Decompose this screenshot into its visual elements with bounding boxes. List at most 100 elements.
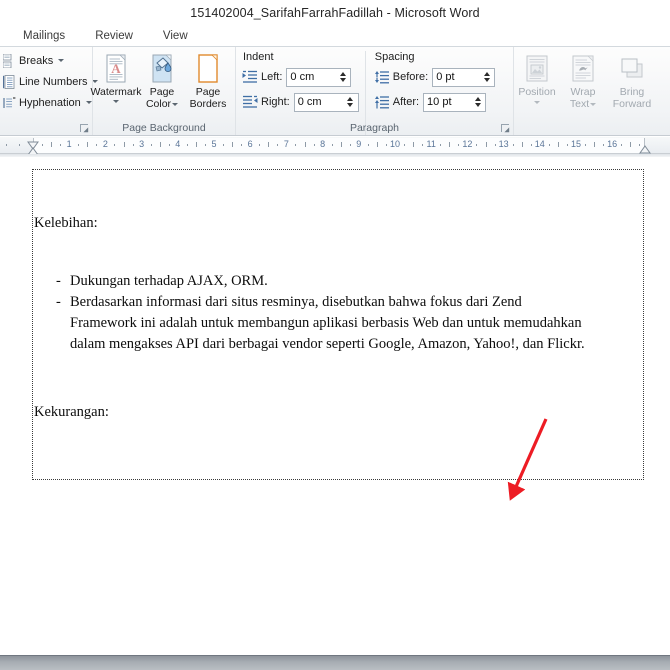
spin-down-icon[interactable]: [339, 78, 346, 82]
indent-right-stepper[interactable]: 0 cm: [293, 92, 359, 112]
chevron-down-icon[interactable]: [113, 99, 119, 103]
chevron-down-icon[interactable]: [590, 102, 597, 106]
page-color-label-line1: Page: [149, 86, 175, 98]
ruler-tick: [594, 142, 596, 147]
page-color-label-line2: Color: [145, 97, 172, 110]
hyphenation-button[interactable]: Hyphenation: [2, 92, 92, 113]
list-item-continuation-2: dalam mengakses API dari berbagai vendor…: [70, 336, 585, 352]
ruler-tick: [204, 144, 206, 146]
indent-left-stepper[interactable]: 0 cm: [286, 67, 352, 87]
ruler-tick-label: 12: [462, 139, 473, 149]
doc-heading-kekurangan: Kekurangan:: [34, 404, 109, 420]
spacing-after-value[interactable]: 10 pt: [424, 93, 473, 111]
spin-up-icon[interactable]: [474, 97, 481, 101]
breaks-button[interactable]: Breaks: [2, 50, 92, 71]
ruler-tick: [132, 144, 134, 146]
ruler-tick: [476, 144, 478, 146]
tab-review[interactable]: Review: [86, 28, 142, 44]
horizontal-ruler[interactable]: 1 2 3 4 5 6 7 8 9 10 11 12 13 14 15 16: [0, 137, 670, 156]
spacing-after-row: After: 10 pt: [374, 91, 495, 113]
bullet-dash: -: [56, 294, 61, 310]
spacing-before-spin-buttons[interactable]: [481, 69, 494, 86]
ribbon-group-page-setup: Breaks Line Numbers Hyphenation: [0, 47, 99, 135]
line-numbers-button[interactable]: Line Numbers: [2, 71, 99, 92]
page-borders-icon: [192, 53, 224, 85]
ruler-tick: [494, 144, 496, 146]
ruler-tick: [376, 142, 378, 147]
spin-up-icon[interactable]: [339, 72, 346, 76]
ruler-tick: [313, 144, 315, 146]
ruler-tick: [566, 144, 568, 146]
ruler-tick: [268, 142, 270, 147]
spacing-title: Spacing: [374, 51, 415, 63]
ruler-tick-label: 14: [534, 139, 545, 149]
ruler-tick: [458, 144, 460, 146]
position-icon: [521, 53, 553, 85]
ruler-tick-label: 6: [247, 139, 253, 149]
position-label: Position: [518, 86, 556, 98]
ruler-tick: [630, 142, 632, 147]
spacing-after-label: After:: [392, 96, 420, 108]
indent-left-label: Left:: [261, 71, 283, 83]
window-title: 151402004_SarifahFarrahFadillah - Micros…: [190, 6, 480, 20]
position-button[interactable]: Position: [514, 51, 560, 135]
chevron-down-icon[interactable]: [58, 59, 65, 62]
bottom-scroll-bar[interactable]: [0, 655, 670, 670]
ruler-tick: [123, 142, 125, 147]
indent-left-spin-buttons[interactable]: [337, 69, 350, 86]
spacing-after-spin-buttons[interactable]: [472, 94, 485, 111]
ruler-tick: [621, 144, 623, 146]
ruler-tick: [340, 142, 342, 147]
ruler-tick: [331, 144, 333, 146]
ruler-tick: [367, 144, 369, 146]
chevron-down-icon[interactable]: [534, 100, 540, 104]
spacing-after-stepper[interactable]: 10 pt: [423, 92, 487, 112]
tab-view[interactable]: View: [154, 28, 197, 44]
list-item-text: Dukungan terhadap AJAX, ORM.: [70, 273, 268, 289]
ruler-tick-label: 9: [356, 139, 362, 149]
spacing-before-value[interactable]: 0 pt: [433, 68, 482, 86]
breaks-label: Breaks: [19, 54, 54, 67]
document-page[interactable]: Kelebihan: - Dukungan terhadap AJAX, ORM…: [0, 157, 670, 655]
ruler-tick: [349, 144, 351, 146]
spin-up-icon[interactable]: [483, 72, 490, 76]
indent-right-spin-buttons[interactable]: [345, 94, 358, 111]
chevron-down-icon[interactable]: [85, 101, 92, 104]
indent-right-row: Right: 0 cm: [242, 91, 359, 113]
wrap-text-label-line1: Wrap: [570, 86, 596, 98]
page-setup-dialog-launcher[interactable]: [80, 124, 89, 133]
list-item-continuation-1: Framework ini adalah untuk membangun apl…: [70, 315, 582, 331]
ruler-tick: [51, 142, 53, 147]
page-borders-label-line2: Borders: [189, 97, 227, 110]
wrap-text-icon: [567, 53, 599, 85]
wrap-text-button[interactable]: Wrap Text: [560, 51, 606, 135]
ruler-tick: [548, 144, 550, 146]
spin-up-icon[interactable]: [347, 97, 354, 101]
doc-bullet-list: - Dukungan terhadap AJAX, ORM. - Berdasa…: [32, 271, 644, 355]
page-breaks-icon: [2, 53, 16, 68]
indent-right-value[interactable]: 0 cm: [294, 93, 345, 111]
paragraph-dialog-launcher[interactable]: [501, 124, 510, 133]
list-item: - Berdasarkan informasi dari situs resmi…: [32, 292, 644, 313]
ruler-tick: [449, 142, 451, 147]
ruler-tick: [232, 142, 234, 147]
tab-mailings[interactable]: Mailings: [14, 28, 74, 44]
spacing-before-row: Before: 0 pt: [374, 66, 496, 88]
indent-left-value[interactable]: 0 cm: [287, 68, 338, 86]
ruler-tick: [96, 144, 98, 146]
spacing-before-label: Before:: [392, 71, 429, 83]
spin-down-icon[interactable]: [474, 103, 481, 107]
title-bar: 151402004_SarifahFarrahFadillah - Micros…: [0, 0, 670, 26]
spin-down-icon[interactable]: [483, 78, 490, 82]
ruler-tick: [259, 144, 261, 146]
bring-forward-button[interactable]: Bring Forward: [606, 51, 658, 135]
watermark-icon: A: [100, 53, 132, 85]
ruler-tick: [168, 144, 170, 146]
chevron-down-icon[interactable]: [172, 102, 179, 106]
ruler-tick: [223, 144, 225, 146]
ruler-tick: [295, 144, 297, 146]
indent-left-icon: [242, 70, 258, 85]
spin-down-icon[interactable]: [347, 103, 354, 107]
document-content[interactable]: Kelebihan: - Dukungan terhadap AJAX, ORM…: [32, 169, 644, 422]
spacing-before-stepper[interactable]: 0 pt: [432, 67, 496, 87]
